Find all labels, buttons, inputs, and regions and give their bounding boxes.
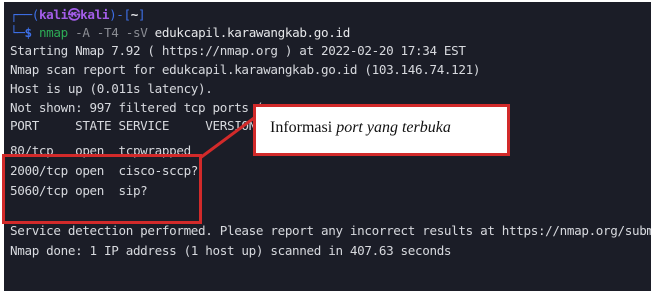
annotation-text-plain: Informasi [270, 119, 337, 136]
annotation-callout: Informasi port yang terbuka [253, 104, 510, 156]
annotation-text: Informasi port yang terbuka [270, 119, 451, 137]
annotation-text-italic: port yang terbuka [336, 119, 451, 136]
callout-pointer-line [199, 116, 255, 160]
